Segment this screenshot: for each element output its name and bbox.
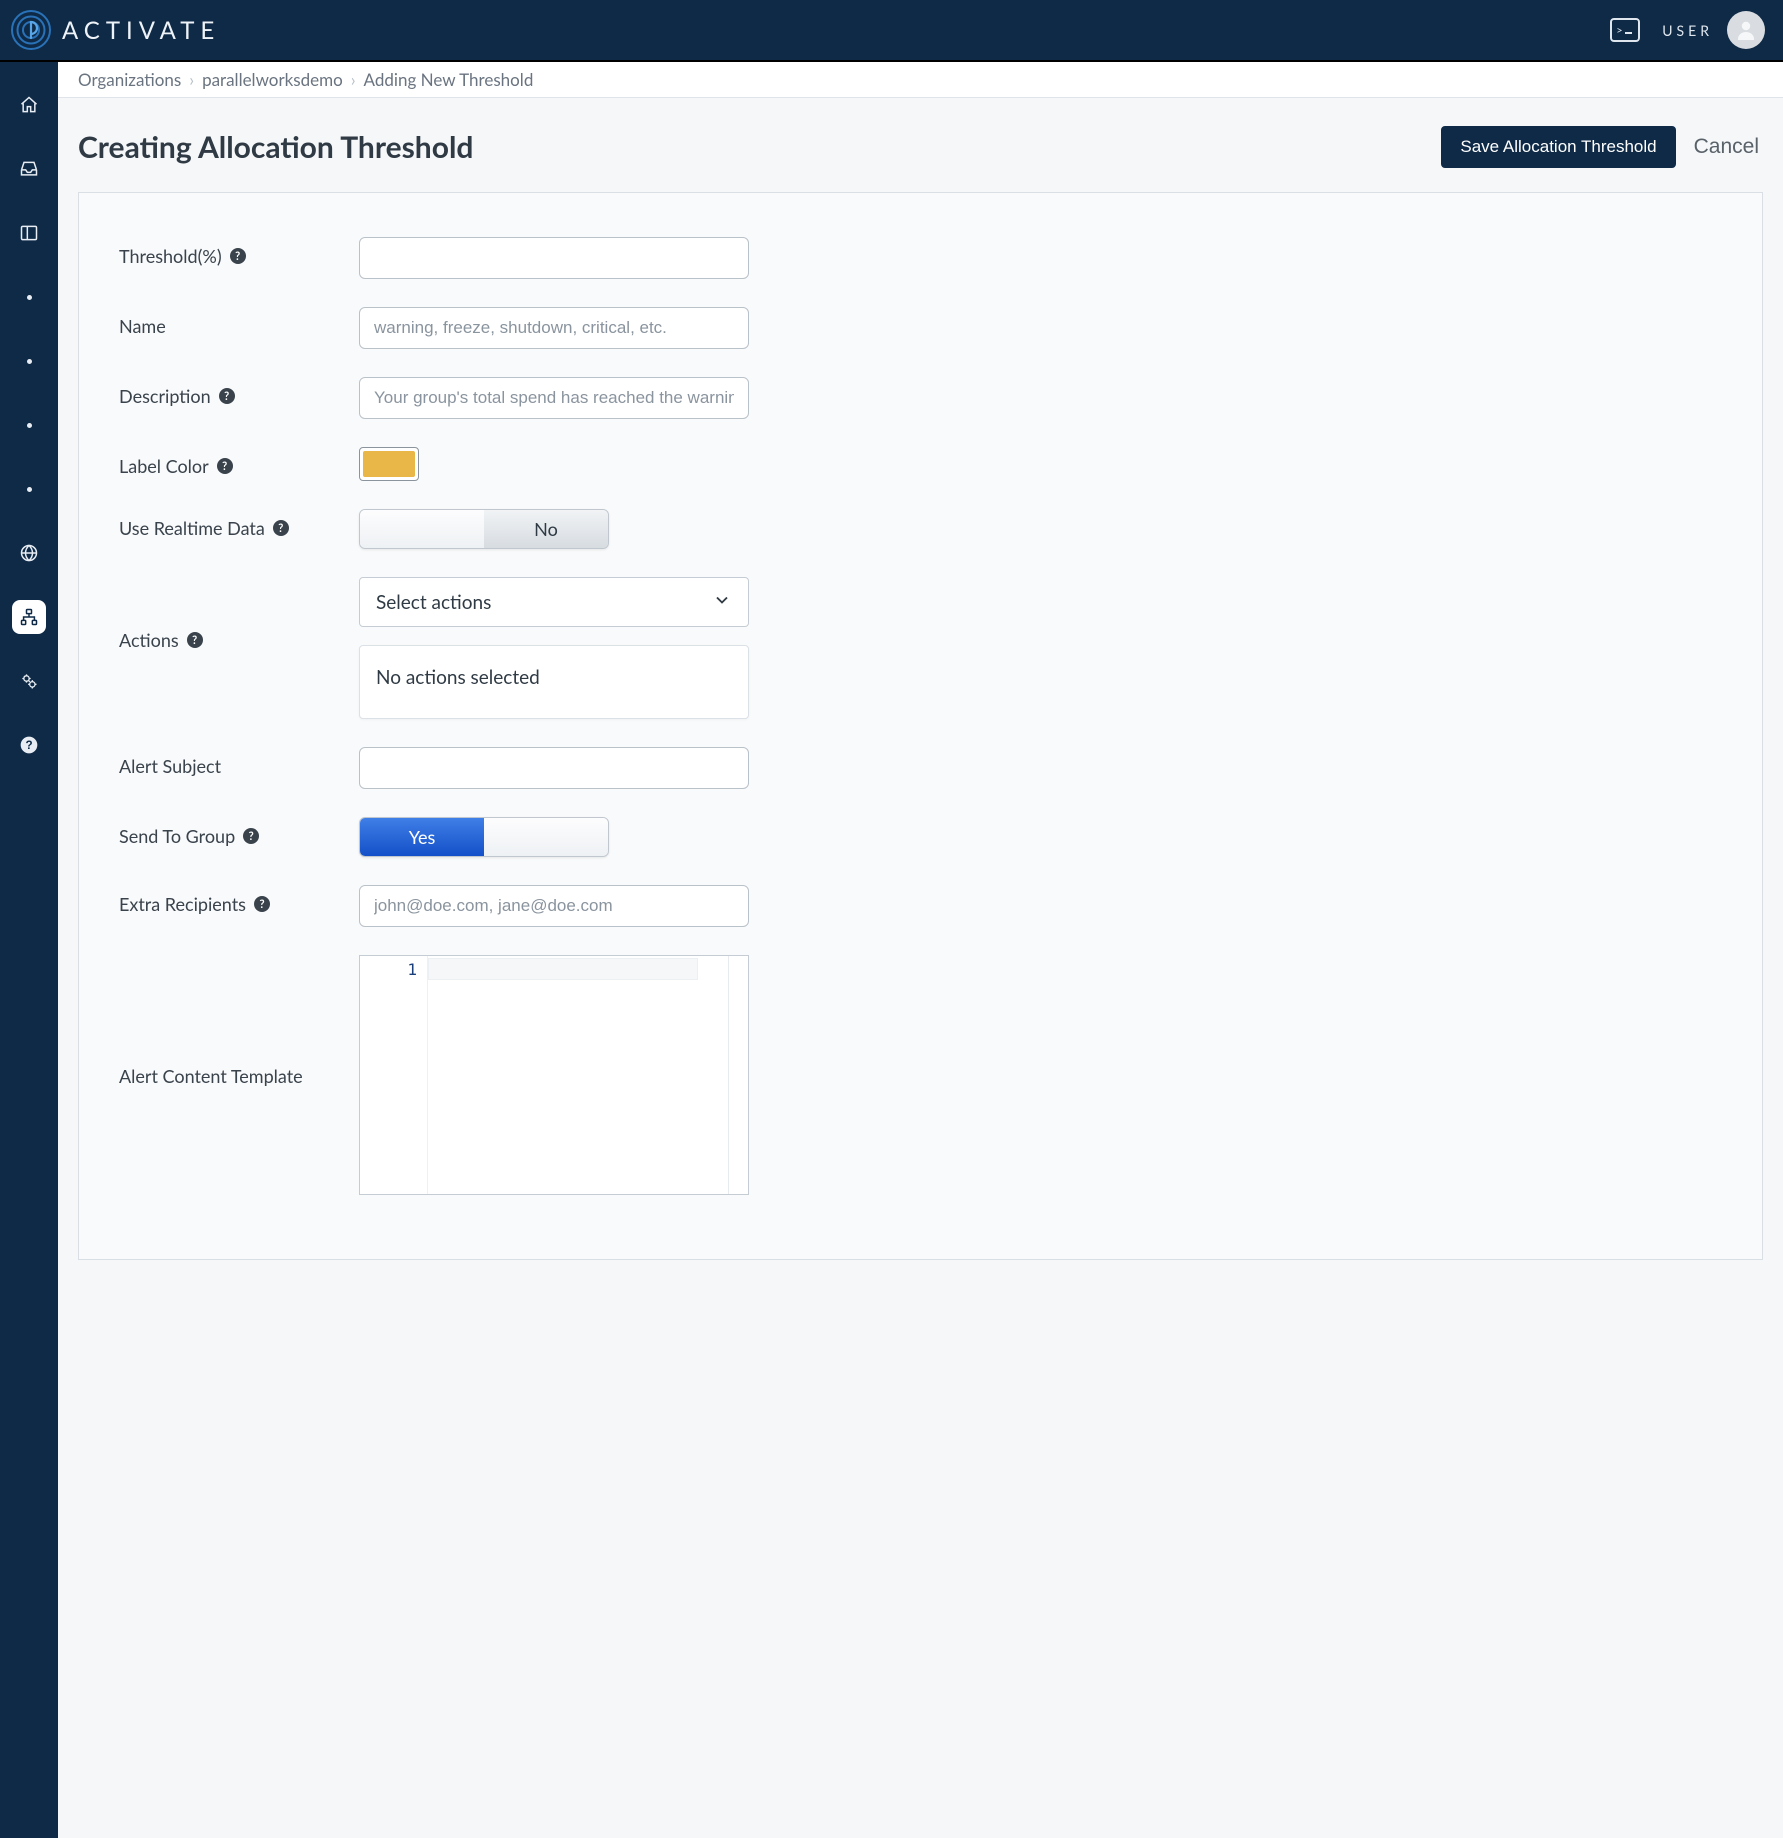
user-label[interactable]: USER: [1662, 22, 1713, 39]
description-input[interactable]: [359, 377, 749, 419]
gears-icon[interactable]: [12, 664, 46, 698]
dot-icon[interactable]: [12, 280, 46, 314]
color-swatch-icon: [363, 451, 415, 477]
editor-body[interactable]: [428, 956, 748, 1194]
actions-empty-text: No actions selected: [376, 666, 540, 689]
name-label: Name: [119, 315, 166, 337]
alert-subject-label: Alert Subject: [119, 755, 221, 777]
alert-content-editor[interactable]: 1: [359, 955, 749, 1195]
threshold-input[interactable]: [359, 237, 749, 279]
dot-icon[interactable]: [12, 472, 46, 506]
brand-name: ACTIVATE: [62, 16, 220, 45]
label-color-picker[interactable]: [359, 447, 419, 481]
panel-icon[interactable]: [12, 216, 46, 250]
toggle-off-empty: [484, 818, 608, 856]
send-to-group-label: Send To Group: [119, 825, 235, 847]
extra-recipients-input[interactable]: [359, 885, 749, 927]
alert-content-label: Alert Content Template: [119, 1065, 303, 1087]
breadcrumb: Organizations › parallelworksdemo › Addi…: [58, 62, 1783, 98]
cancel-button[interactable]: Cancel: [1690, 129, 1763, 165]
name-input[interactable]: [359, 307, 749, 349]
actions-selected-box: No actions selected: [359, 645, 749, 719]
chevron-right-icon: ›: [189, 69, 194, 90]
page-title: Creating Allocation Threshold: [78, 129, 1427, 165]
form-card: Threshold(%) ? Name Description: [78, 192, 1763, 1260]
topbar: ACTIVATE > USER: [0, 0, 1783, 62]
brand: ACTIVATE: [10, 9, 220, 51]
terminal-icon[interactable]: >: [1610, 18, 1640, 42]
breadcrumb-item[interactable]: parallelworksdemo: [202, 69, 343, 90]
help-icon[interactable]: ?: [254, 896, 270, 912]
alert-subject-input[interactable]: [359, 747, 749, 789]
dot-icon[interactable]: [12, 408, 46, 442]
sidebar: ?: [0, 62, 58, 1838]
help-icon[interactable]: ?: [217, 458, 233, 474]
line-number: 1: [360, 960, 417, 979]
send-to-group-toggle[interactable]: Yes: [359, 817, 609, 857]
home-icon[interactable]: [12, 88, 46, 122]
editor-scrollbar[interactable]: [728, 956, 748, 1194]
save-button[interactable]: Save Allocation Threshold: [1441, 126, 1675, 168]
threshold-label: Threshold(%): [119, 245, 222, 267]
chevron-right-icon: ›: [351, 69, 356, 90]
help-icon[interactable]: ?: [273, 520, 289, 536]
main-panel: Organizations › parallelworksdemo › Addi…: [58, 62, 1783, 1838]
toggle-no-label: No: [484, 510, 608, 548]
description-label: Description: [119, 385, 211, 407]
actions-select[interactable]: Select actions: [359, 577, 749, 627]
breadcrumb-item: Adding New Threshold: [364, 69, 534, 90]
help-icon[interactable]: ?: [243, 828, 259, 844]
editor-gutter: 1: [360, 956, 428, 1194]
inbox-icon[interactable]: [12, 152, 46, 186]
breadcrumb-item[interactable]: Organizations: [78, 69, 181, 90]
actions-select-placeholder: Select actions: [376, 591, 491, 614]
help-icon[interactable]: ?: [12, 728, 46, 762]
brand-logo-icon: [10, 9, 52, 51]
avatar[interactable]: [1727, 11, 1765, 49]
chevron-down-icon: [712, 590, 732, 615]
org-tree-icon[interactable]: [12, 600, 46, 634]
help-icon[interactable]: ?: [219, 388, 235, 404]
extra-recipients-label: Extra Recipients: [119, 893, 246, 915]
help-icon[interactable]: ?: [187, 632, 203, 648]
realtime-toggle[interactable]: No: [359, 509, 609, 549]
actions-label: Actions: [119, 629, 179, 651]
help-icon[interactable]: ?: [230, 248, 246, 264]
dot-icon[interactable]: [12, 344, 46, 378]
svg-text:?: ?: [25, 739, 32, 752]
toggle-on-empty: [360, 510, 484, 548]
realtime-label: Use Realtime Data: [119, 517, 265, 539]
label-color-label: Label Color: [119, 455, 209, 477]
globe-icon[interactable]: [12, 536, 46, 570]
toggle-yes-label: Yes: [360, 818, 484, 856]
editor-active-line: [428, 958, 698, 980]
